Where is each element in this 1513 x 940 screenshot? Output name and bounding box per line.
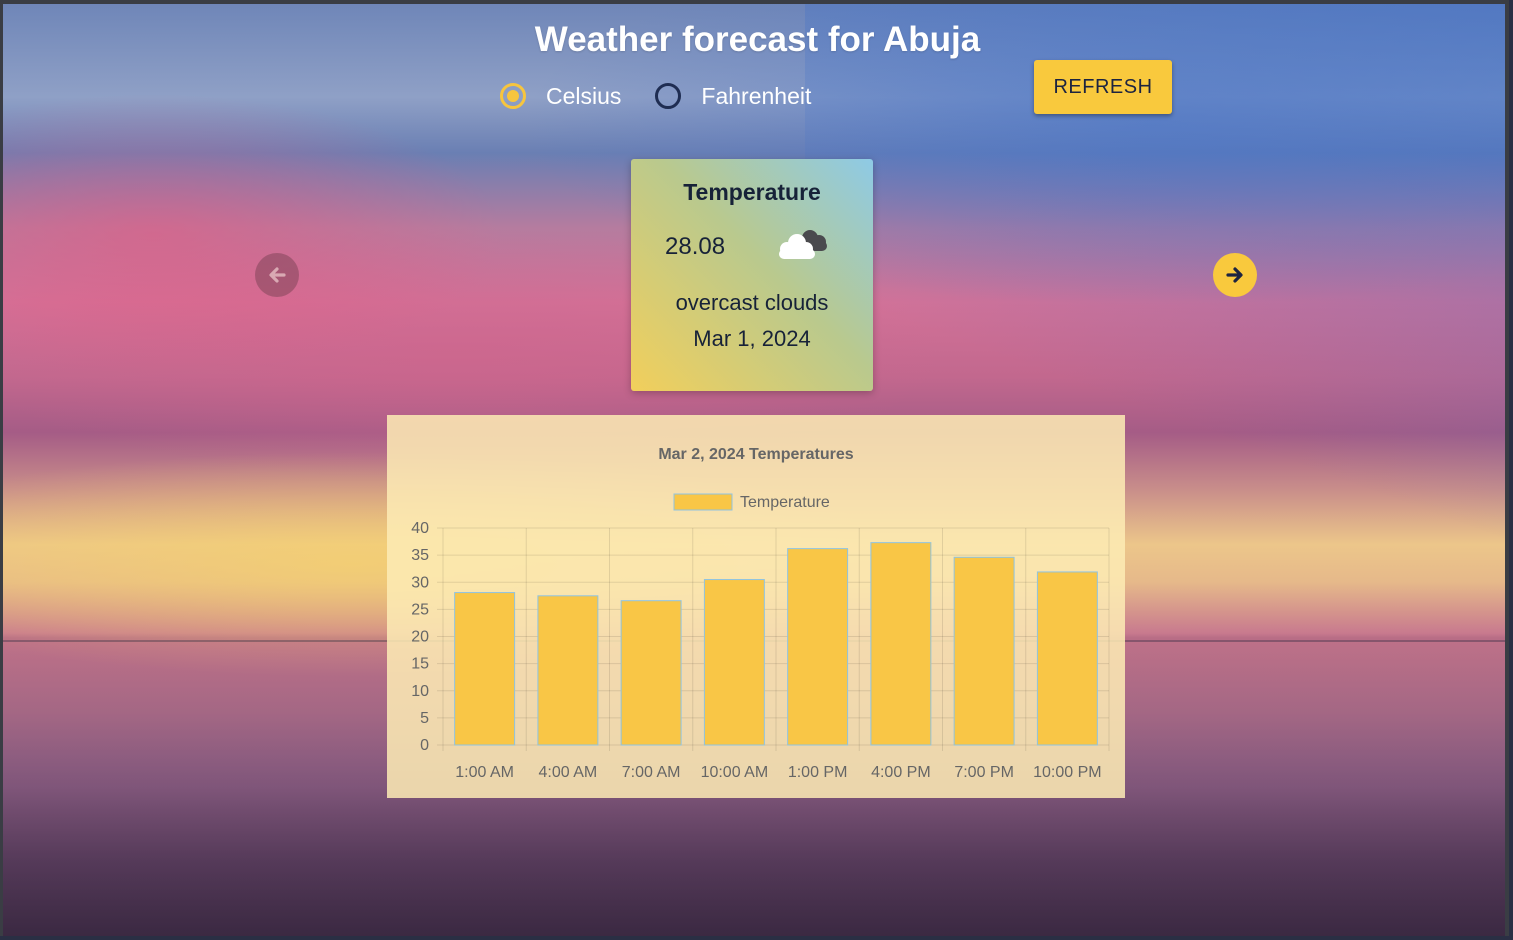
bar <box>870 542 932 746</box>
y-tick-label: 35 <box>411 547 429 564</box>
refresh-button[interactable]: REFRESH <box>1034 60 1172 114</box>
y-tick-label: 20 <box>411 629 429 646</box>
legend-swatch <box>673 493 733 511</box>
x-tick-label: 7:00 AM <box>622 764 681 781</box>
x-tick-label: 4:00 PM <box>871 764 931 781</box>
temperature-value: 28.08 <box>665 233 726 260</box>
legend-label: Temperature <box>740 494 830 511</box>
unit-selector: Celsius Fahrenheit <box>500 80 845 112</box>
y-tick-label: 5 <box>420 710 429 727</box>
app-window: Weather forecast for Abuja Celsius Fahre… <box>0 0 1509 936</box>
radio-checked-icon[interactable] <box>500 83 526 109</box>
temperature-bar-chart: Mar 2, 2024 Temperatures Temperature 0 5 1… <box>411 446 1110 781</box>
x-tick-label: 4:00 AM <box>539 764 598 781</box>
bar <box>953 556 1015 746</box>
celsius-label: Celsius <box>546 82 622 109</box>
previous-day-button[interactable] <box>255 253 299 297</box>
arrow-left-icon <box>269 267 286 283</box>
card-date: Mar 1, 2024 <box>693 326 811 351</box>
y-tick-label: 40 <box>411 520 429 537</box>
y-tick-label: 15 <box>411 656 429 673</box>
y-tick-label: 25 <box>411 601 429 618</box>
fahrenheit-label: Fahrenheit <box>701 82 812 109</box>
bar <box>1036 571 1098 746</box>
bar <box>537 595 599 746</box>
next-day-button[interactable] <box>1213 253 1257 297</box>
celsius-radio[interactable]: Celsius <box>500 83 621 110</box>
bar <box>703 579 765 746</box>
bar <box>454 592 516 746</box>
y-tick-label: 30 <box>411 574 429 591</box>
fahrenheit-radio[interactable]: Fahrenheit <box>655 83 811 110</box>
current-weather-card: Temperature 28.08 overcast clouds Mar 1,… <box>631 159 873 391</box>
temperature-chart-panel: Mar 2, 2024 Temperatures Temperature 0 5 1… <box>387 415 1125 798</box>
x-tick-label: 1:00 AM <box>455 764 514 781</box>
y-tick-label: 0 <box>420 737 429 754</box>
x-tick-label: 10:00 PM <box>1033 764 1101 781</box>
y-tick-label: 10 <box>411 683 429 700</box>
arrow-right-icon <box>1226 267 1243 283</box>
broken-clouds-icon <box>779 230 827 259</box>
radio-unchecked-icon[interactable] <box>655 83 682 109</box>
chart-title: Mar 2, 2024 Temperatures <box>658 446 853 463</box>
bar <box>620 600 682 746</box>
bar <box>787 548 849 746</box>
weather-description: overcast clouds <box>675 290 829 315</box>
x-tick-label: 10:00 AM <box>701 764 769 781</box>
page-title: Weather forecast for Abuja <box>534 20 981 59</box>
card-heading: Temperature <box>683 179 821 205</box>
x-tick-label: 7:00 PM <box>954 764 1014 781</box>
x-tick-label: 1:00 PM <box>788 764 848 781</box>
